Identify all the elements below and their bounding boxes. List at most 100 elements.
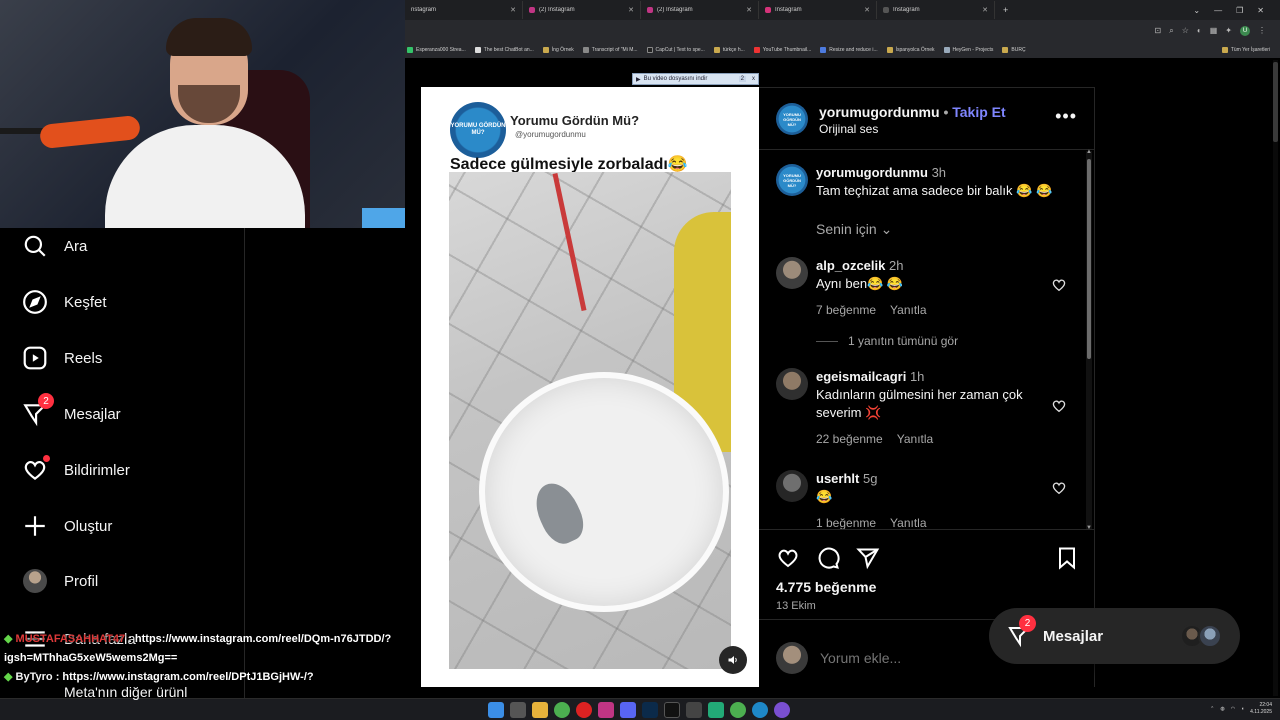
page-scrollbar[interactable]: [1273, 60, 1278, 696]
extension-icon[interactable]: ◐: [1197, 26, 1202, 36]
messages-floating-button[interactable]: 2 Mesajlar: [989, 608, 1240, 664]
save-icon[interactable]: [1055, 546, 1079, 570]
browser-tab[interactable]: Instagram ✕: [759, 1, 877, 19]
comment-likes[interactable]: 22 beğenme: [816, 430, 883, 448]
close-window-icon[interactable]: ✕: [1257, 6, 1264, 15]
comments-scrollbar[interactable]: ▲ ▼: [1086, 149, 1092, 531]
like-comment-icon[interactable]: [1051, 277, 1067, 293]
follow-button[interactable]: Takip Et: [952, 104, 1005, 120]
comment-icon[interactable]: [816, 546, 840, 570]
app-icon[interactable]: [708, 702, 724, 718]
bookmark[interactable]: Esperanza000 Strea...: [407, 47, 466, 53]
browser-tab[interactable]: (2) Instagram ✕: [523, 1, 641, 19]
nav-item-search[interactable]: Ara: [22, 233, 87, 259]
comment-username[interactable]: userhlt: [816, 471, 859, 486]
bookmark-folder[interactable]: İspanyolca Örnek: [886, 47, 935, 53]
browser-tab[interactable]: nstagram ✕: [405, 1, 523, 19]
reply-button[interactable]: Yanıtla: [890, 301, 926, 319]
all-bookmarks[interactable]: Tüm Yer İşaretleri: [1221, 47, 1270, 53]
bookmark-folder[interactable]: türkçe h...: [713, 47, 745, 53]
wifi-icon[interactable]: ◠: [1231, 706, 1235, 712]
task-view-icon[interactable]: [510, 702, 526, 718]
nav-item-reels[interactable]: Reels: [22, 345, 102, 371]
volume-icon[interactable]: ◖: [1241, 706, 1244, 712]
comment-username[interactable]: egeismailcagri: [816, 369, 906, 384]
comment-username[interactable]: alp_ozcelik: [816, 258, 885, 273]
bookmark-folder[interactable]: BURÇ: [1002, 47, 1026, 53]
bookmark[interactable]: Resize and reduce i...: [820, 47, 878, 53]
like-comment-icon[interactable]: [1051, 398, 1067, 414]
extension-icon[interactable]: ▦: [1210, 26, 1218, 36]
chrome-icon[interactable]: [730, 702, 746, 718]
discord-icon[interactable]: [620, 702, 636, 718]
author-username[interactable]: yorumugordunmu: [819, 104, 940, 120]
avatar[interactable]: [776, 368, 808, 400]
maximize-icon[interactable]: ❐: [1236, 6, 1243, 15]
download-label: Bu video dosyasını indir: [643, 76, 708, 82]
browser-tab[interactable]: (2) Instagram ✕: [641, 1, 759, 19]
close-tab-icon[interactable]: ✕: [510, 6, 516, 14]
bookmark[interactable]: HeyGen - Projects: [943, 47, 993, 53]
profile-avatar[interactable]: U: [1240, 26, 1250, 36]
chevron-up-icon[interactable]: ⌃: [1210, 706, 1214, 712]
network-icon[interactable]: ◍: [1220, 706, 1224, 712]
bookmark[interactable]: YouTube Thumbnail...: [753, 47, 811, 53]
view-replies-button[interactable]: 1 yanıtın tümünü gör: [816, 334, 958, 348]
avatar[interactable]: [776, 257, 808, 289]
tiktok-icon[interactable]: [664, 702, 680, 718]
instagram-icon[interactable]: [598, 702, 614, 718]
like-comment-icon[interactable]: [1051, 480, 1067, 496]
install-app-icon[interactable]: ⊡: [1155, 26, 1162, 36]
menu-icon[interactable]: ⋮: [1258, 26, 1266, 36]
more-options-icon[interactable]: •••: [1055, 106, 1077, 127]
reply-button[interactable]: Yanıtla: [890, 514, 926, 529]
bookmark-star-icon[interactable]: ☆: [1182, 26, 1189, 36]
bookmark-folder[interactable]: İng Örnek: [542, 47, 574, 53]
bookmark[interactable]: CapCut | Text to spe...: [646, 47, 705, 53]
file-explorer-icon[interactable]: [532, 702, 548, 718]
address-bar[interactable]: ⊡ ⌕ ☆ ◐ ▦ ✦ U ⋮: [405, 20, 1280, 42]
close-tab-icon[interactable]: ✕: [982, 6, 988, 14]
nav-item-explore[interactable]: Keşfet: [22, 289, 107, 315]
sort-dropdown[interactable]: Senin için ⌄: [816, 221, 892, 238]
close-tab-icon[interactable]: ✕: [628, 6, 634, 14]
bookmark[interactable]: The best ChatBot an...: [474, 47, 534, 53]
obs-icon[interactable]: [774, 702, 790, 718]
comment-likes[interactable]: 7 beğenme: [816, 301, 876, 319]
close-icon[interactable]: x: [749, 76, 758, 82]
reply-button[interactable]: Yanıtla: [897, 430, 933, 448]
like-icon[interactable]: [776, 546, 800, 570]
zoom-icon[interactable]: ⌕: [1169, 26, 1173, 36]
browser-tab-active[interactable]: Instagram ✕: [877, 1, 995, 19]
bookmark[interactable]: Transcript of "Mi M...: [582, 47, 638, 53]
minimize-icon[interactable]: —: [1214, 6, 1222, 15]
nav-item-messages[interactable]: 2 Mesajlar: [22, 393, 121, 427]
share-icon[interactable]: [856, 546, 880, 570]
app-icon[interactable]: [686, 702, 702, 718]
chrome-icon[interactable]: [554, 702, 570, 718]
comment-input[interactable]: [820, 650, 1020, 666]
tab-search-icon[interactable]: ⌄: [1193, 6, 1200, 15]
start-icon[interactable]: [488, 702, 504, 718]
photoshop-icon[interactable]: [642, 702, 658, 718]
comment-username[interactable]: yorumugordunmu: [816, 165, 928, 180]
mute-button[interactable]: [719, 646, 747, 674]
clock[interactable]: 22:04 4.11.2025: [1250, 702, 1272, 716]
audio-label[interactable]: Orijinal ses: [819, 122, 878, 136]
nav-item-create[interactable]: Oluştur: [22, 513, 112, 539]
avatar[interactable]: [776, 470, 808, 502]
extensions-puzzle-icon[interactable]: ✦: [1225, 26, 1232, 36]
avatar[interactable]: YORUMU GÖRDÜN MÜ?: [776, 164, 808, 196]
comment-likes[interactable]: 1 beğenme: [816, 514, 876, 529]
reel-video[interactable]: YORUMU GÖRDÜN MÜ? Yorumu Gördün Mü? @yor…: [421, 87, 759, 687]
nav-item-profile[interactable]: Profil: [22, 569, 98, 593]
nav-item-notifications[interactable]: Bildirimler: [22, 455, 130, 483]
like-count[interactable]: 4.775 beğenme: [776, 579, 876, 595]
close-tab-icon[interactable]: ✕: [864, 6, 870, 14]
edge-icon[interactable]: [752, 702, 768, 718]
avatar[interactable]: YORUMU GÖRDÜN MÜ?: [776, 103, 808, 135]
new-tab-button[interactable]: +: [995, 5, 1016, 15]
opera-icon[interactable]: [576, 702, 592, 718]
video-download-bar[interactable]: ▶ Bu video dosyasını indir 2 x: [632, 73, 759, 85]
close-tab-icon[interactable]: ✕: [746, 6, 752, 14]
